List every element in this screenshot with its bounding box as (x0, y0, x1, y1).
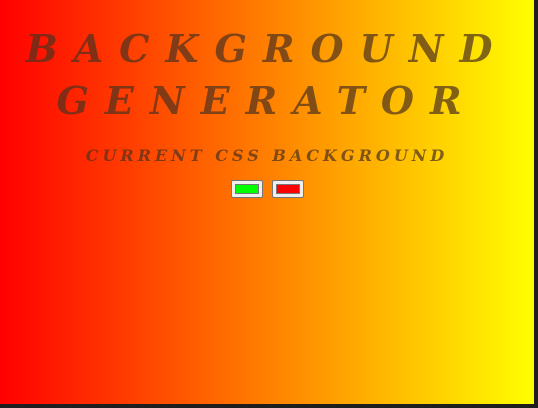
color2-input[interactable] (271, 180, 304, 198)
title-line-1: BACKGROUND (25, 26, 509, 71)
app-background: BACKGROUND GENERATOR CURRENT CSS BACKGRO… (0, 0, 534, 404)
window-edge-bottom (0, 404, 538, 408)
color1-swatch (234, 184, 259, 194)
color-controls (0, 180, 534, 198)
current-css-background-heading: CURRENT CSS BACKGROUND (85, 146, 449, 165)
title-line-2: GENERATOR (56, 78, 478, 123)
color2-swatch (275, 184, 300, 194)
color1-input[interactable] (230, 180, 263, 198)
page-title: BACKGROUND GENERATOR (0, 0, 534, 127)
window-edge-right (534, 0, 538, 408)
